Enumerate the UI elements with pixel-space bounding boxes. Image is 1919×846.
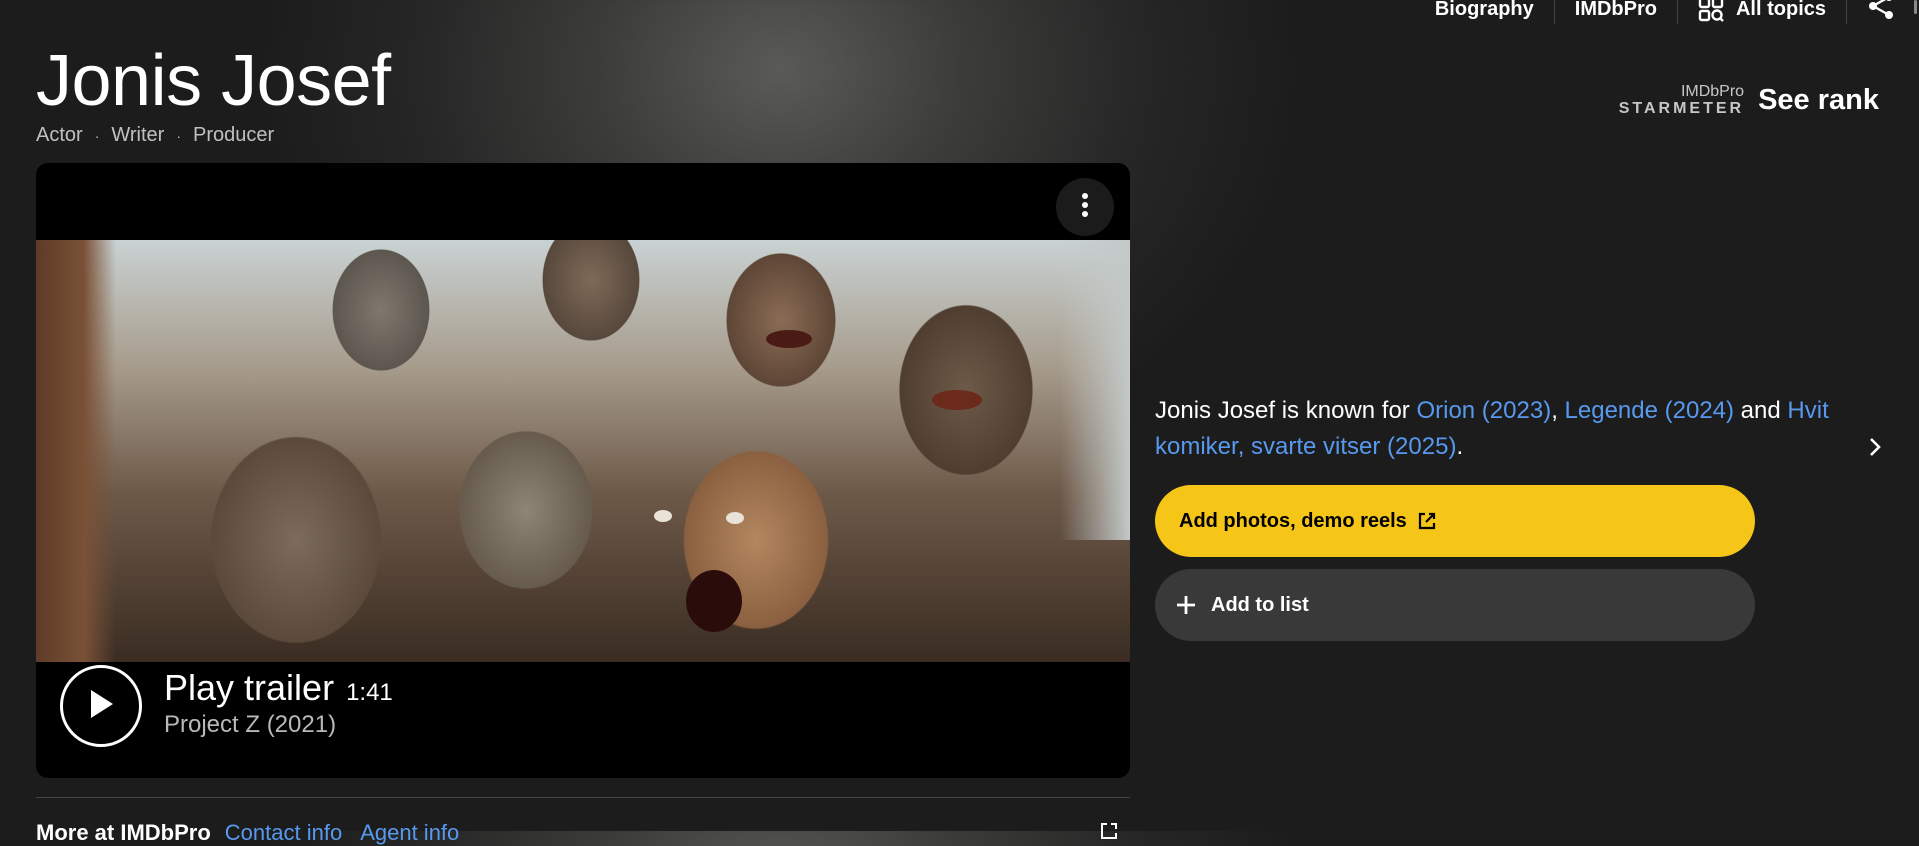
- thumbnail-detail: [686, 570, 742, 632]
- video-menu-button[interactable]: [1056, 178, 1114, 236]
- thumbnail-detail: [726, 512, 744, 524]
- role-separator: ·: [176, 127, 181, 144]
- play-trailer-label: Play trailer: [164, 667, 335, 708]
- share-button[interactable]: [1847, 0, 1905, 24]
- agent-info-link[interactable]: Agent info: [360, 820, 459, 846]
- plus-icon: [1175, 594, 1197, 616]
- thumbnail-detail: [36, 240, 116, 662]
- play-icon: [87, 688, 115, 725]
- role-list: Actor · Writer · Producer: [36, 124, 274, 147]
- known-for-suffix: .: [1456, 433, 1464, 460]
- share-icon: [1867, 0, 1895, 26]
- thumbnail-detail: [766, 330, 812, 348]
- contact-info-link[interactable]: Contact info: [225, 820, 342, 846]
- external-link-icon[interactable]: [1100, 822, 1118, 845]
- add-to-list-button[interactable]: Add to list: [1155, 569, 1755, 641]
- nav-imdbpro[interactable]: IMDbPro: [1555, 0, 1678, 24]
- known-for-link-legende[interactable]: Legende (2024): [1565, 397, 1734, 424]
- section-divider: [36, 797, 1130, 798]
- thumbnail-detail: [932, 390, 982, 410]
- trailer-info: Play trailer 1:41 Project Z (2021): [164, 667, 393, 739]
- thumbnail-detail: [1060, 240, 1130, 540]
- role-actor: Actor: [36, 124, 83, 146]
- starmeter-brand: IMDbPro: [1680, 83, 1745, 100]
- add-to-list-label: Add to list: [1211, 593, 1309, 616]
- play-trailer-button[interactable]: [60, 665, 142, 747]
- known-for-prefix: Jonis Josef is known for: [1155, 397, 1417, 424]
- known-for-sep: and: [1734, 397, 1788, 424]
- top-nav: Biography IMDbPro All topics: [1415, 0, 1905, 24]
- nav-biography[interactable]: Biography: [1415, 0, 1555, 24]
- all-topics-icon: [1698, 0, 1724, 22]
- page-scrollbar[interactable]: [1914, 0, 1917, 14]
- add-photos-label: Add photos, demo reels: [1179, 509, 1407, 532]
- starmeter-label: STARMETER: [1618, 100, 1745, 117]
- play-trailer-row[interactable]: Play trailer 1:41 Project Z (2021): [60, 665, 393, 747]
- nav-all-topics[interactable]: All topics: [1678, 0, 1847, 24]
- trailer-title: Project Z (2021): [164, 711, 337, 738]
- known-for-link-orion[interactable]: Orion (2023): [1416, 397, 1551, 424]
- known-for-text: Jonis Josef is known for Orion (2023), L…: [1155, 393, 1835, 465]
- nav-imdbpro-label: IMDbPro: [1574, 0, 1657, 20]
- add-photos-button[interactable]: Add photos, demo reels: [1155, 485, 1755, 557]
- role-separator: ·: [94, 127, 100, 144]
- nav-all-topics-label: All topics: [1735, 0, 1826, 20]
- starmeter-logo: IMDbPro STARMETER: [1619, 84, 1744, 117]
- page-title: Jonis Josef: [36, 41, 391, 121]
- role-writer: Writer: [111, 124, 165, 146]
- video-player[interactable]: Play trailer 1:41 Project Z (2021): [36, 163, 1130, 778]
- role-producer: Producer: [193, 124, 275, 146]
- thumbnail-detail: [654, 510, 672, 522]
- imdbpro-heading: More at IMDbPro: [36, 820, 211, 845]
- chevron-right-icon[interactable]: [1868, 436, 1882, 463]
- starmeter[interactable]: IMDbPro STARMETER See rank: [1619, 84, 1879, 117]
- imdbpro-links: More at IMDbPro Contact info Agent info: [36, 820, 477, 846]
- nav-biography-label: Biography: [1434, 0, 1534, 20]
- known-for-sep: ,: [1551, 397, 1565, 424]
- trailer-duration: 1:41: [346, 679, 393, 706]
- more-vert-icon: [1081, 192, 1089, 223]
- external-link-icon: [1417, 511, 1437, 531]
- see-rank-link[interactable]: See rank: [1758, 84, 1879, 117]
- trailer-thumbnail[interactable]: [36, 240, 1130, 662]
